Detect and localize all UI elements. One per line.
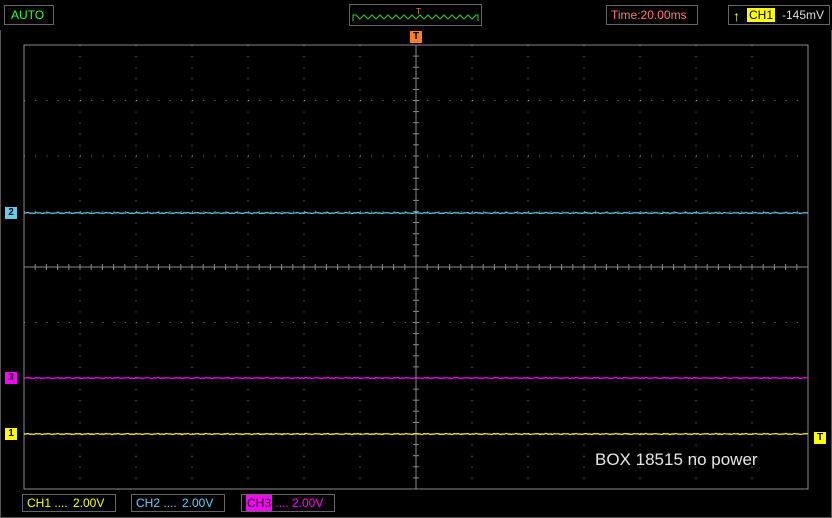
ch1-level-marker[interactable]: 1 bbox=[5, 428, 17, 440]
annotation-text: BOX 18515 no power bbox=[595, 450, 758, 469]
ch1-coupling-icon: .... bbox=[54, 496, 68, 510]
ch1-name: CH1 bbox=[27, 496, 52, 510]
ch3-scale-panel[interactable]: CH3 .... 2.00V bbox=[241, 494, 335, 512]
trigger-position-marker[interactable]: T bbox=[410, 31, 422, 43]
ch2-scale: 2.00V bbox=[182, 496, 214, 510]
ch3-coupling-icon: .... bbox=[275, 496, 289, 510]
trigger-level-marker[interactable]: T bbox=[814, 432, 826, 444]
ch2-level-marker[interactable]: 2 bbox=[5, 207, 17, 219]
ch3-name: CH3 bbox=[246, 495, 273, 511]
ch3-scale: 2.00V bbox=[292, 496, 324, 510]
scope-display-grid bbox=[23, 44, 809, 490]
ch2-coupling-icon: .... bbox=[163, 496, 177, 510]
ch1-scale: 2.00V bbox=[73, 496, 105, 510]
ch3-level-marker[interactable]: 3 bbox=[5, 372, 17, 384]
ch1-scale-panel[interactable]: CH1 .... 2.00V bbox=[22, 494, 116, 512]
ch2-name: CH2 bbox=[136, 496, 161, 510]
ch2-scale-panel[interactable]: CH2 .... 2.00V bbox=[131, 494, 225, 512]
